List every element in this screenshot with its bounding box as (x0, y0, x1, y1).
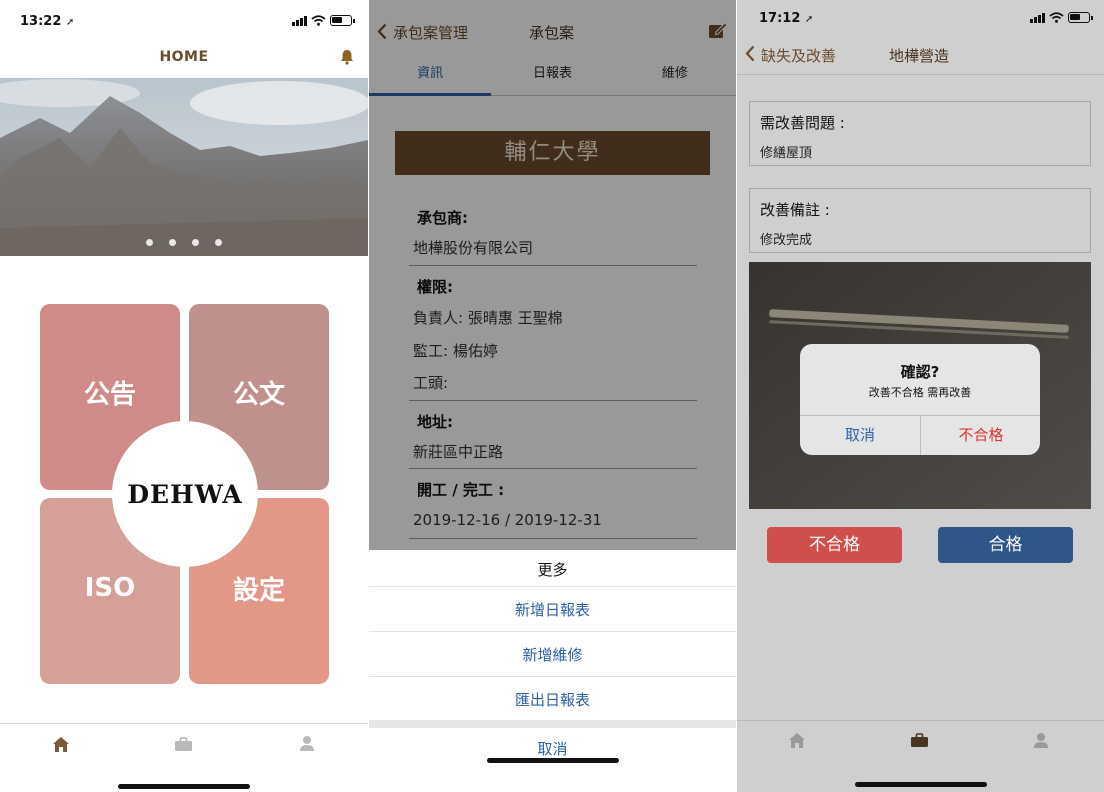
action-sheet-title: 更多 (537, 561, 568, 579)
tab-bar-divider (0, 723, 368, 724)
dehwa-logo: DEHWA (112, 421, 258, 567)
signal-icon (1030, 12, 1045, 23)
status-indicators (1030, 12, 1093, 23)
briefcase-icon[interactable] (174, 737, 193, 756)
tile-announcement-label: 公告 (83, 379, 136, 410)
dialog-cancel-button[interactable]: 取消 (800, 415, 920, 455)
note-label: 改善備註 : (760, 201, 830, 219)
export-daily-report-option[interactable]: 匯出日報表 (369, 689, 736, 710)
note-card: 改善備註 : 修改完成 (749, 188, 1091, 253)
status-time-text: 13:22 (20, 14, 62, 29)
mountain-image (0, 78, 368, 256)
add-daily-report-option[interactable]: 新增日報表 (369, 599, 736, 620)
battery-icon (1068, 12, 1093, 23)
status-indicators (292, 15, 355, 26)
banner-carousel[interactable] (0, 78, 368, 256)
status-time: 13:22 ➚ (20, 14, 74, 29)
wifi-icon (1049, 12, 1064, 23)
cancel-button[interactable]: 取消 (369, 738, 736, 759)
nav-title: 地樺營造 (889, 47, 950, 65)
divider (369, 631, 736, 632)
action-sheet-gap (369, 720, 736, 728)
add-maintenance-option[interactable]: 新增維修 (369, 644, 736, 665)
pass-button[interactable]: 合格 (938, 527, 1073, 563)
action-sheet: 更多 新增日報表 新增維修 匯出日報表 取消 (369, 550, 736, 792)
divider (369, 676, 736, 677)
user-icon[interactable] (1033, 732, 1049, 753)
bell-icon[interactable] (340, 49, 354, 69)
page-title: HOME (159, 49, 209, 65)
tile-settings-label: 設定 (232, 575, 285, 606)
briefcase-icon[interactable] (910, 733, 929, 752)
back-chevron-icon[interactable] (745, 45, 755, 66)
carousel-dot[interactable] (215, 239, 222, 246)
carousel-dot[interactable] (192, 239, 199, 246)
divider (369, 586, 736, 587)
location-arrow-icon: ➚ (65, 17, 75, 28)
wifi-icon (311, 15, 326, 26)
dialog-message: 改善不合格 需再改善 (868, 386, 972, 399)
tab-bar-divider (737, 720, 1104, 721)
carousel-dot[interactable] (146, 239, 153, 246)
home-indicator[interactable] (855, 782, 987, 787)
tile-iso-label: ISO (84, 573, 136, 603)
carousel-dot[interactable] (169, 239, 176, 246)
location-arrow-icon: ➚ (804, 14, 814, 25)
issue-value: 修繕屋頂 (760, 146, 813, 161)
home-icon[interactable] (52, 736, 70, 757)
signal-icon (292, 15, 307, 26)
issue-label: 需改善問題 : (760, 114, 845, 132)
fail-button[interactable]: 不合格 (767, 527, 902, 563)
home-indicator[interactable] (487, 758, 619, 763)
divider (737, 74, 1104, 75)
confirm-dialog: 確認? 改善不合格 需再改善 取消 不合格 (800, 344, 1040, 455)
status-time-text: 17:12 (759, 11, 801, 26)
home-icon[interactable] (788, 732, 806, 753)
issue-card: 需改善問題 : 修繕屋頂 (749, 101, 1091, 166)
home-indicator[interactable] (118, 784, 250, 789)
user-icon[interactable] (299, 735, 315, 756)
defect-screen: 17:12 ➚ 缺失及改善 地樺營造 需改善問題 : 修繕屋頂 改善備註 : 修… (737, 0, 1104, 792)
carousel-dots (0, 239, 368, 246)
dialog-fail-button[interactable]: 不合格 (921, 415, 1040, 455)
battery-icon (330, 15, 355, 26)
status-time: 17:12 ➚ (759, 11, 813, 26)
contract-screen: 承包案管理 承包案 資訊 日報表 維修 輔仁大學 承包商: 地樺股份有限公司 權… (369, 0, 736, 792)
home-screen: 13:22 ➚ HOME 公告 公文 ISO 設定 DEHWA (0, 0, 368, 792)
modal-overlay[interactable] (369, 0, 736, 550)
back-button[interactable]: 缺失及改善 (761, 45, 836, 66)
tile-document-label: 公文 (232, 379, 285, 410)
dialog-title: 確認? (900, 363, 940, 381)
note-value: 修改完成 (760, 233, 813, 248)
